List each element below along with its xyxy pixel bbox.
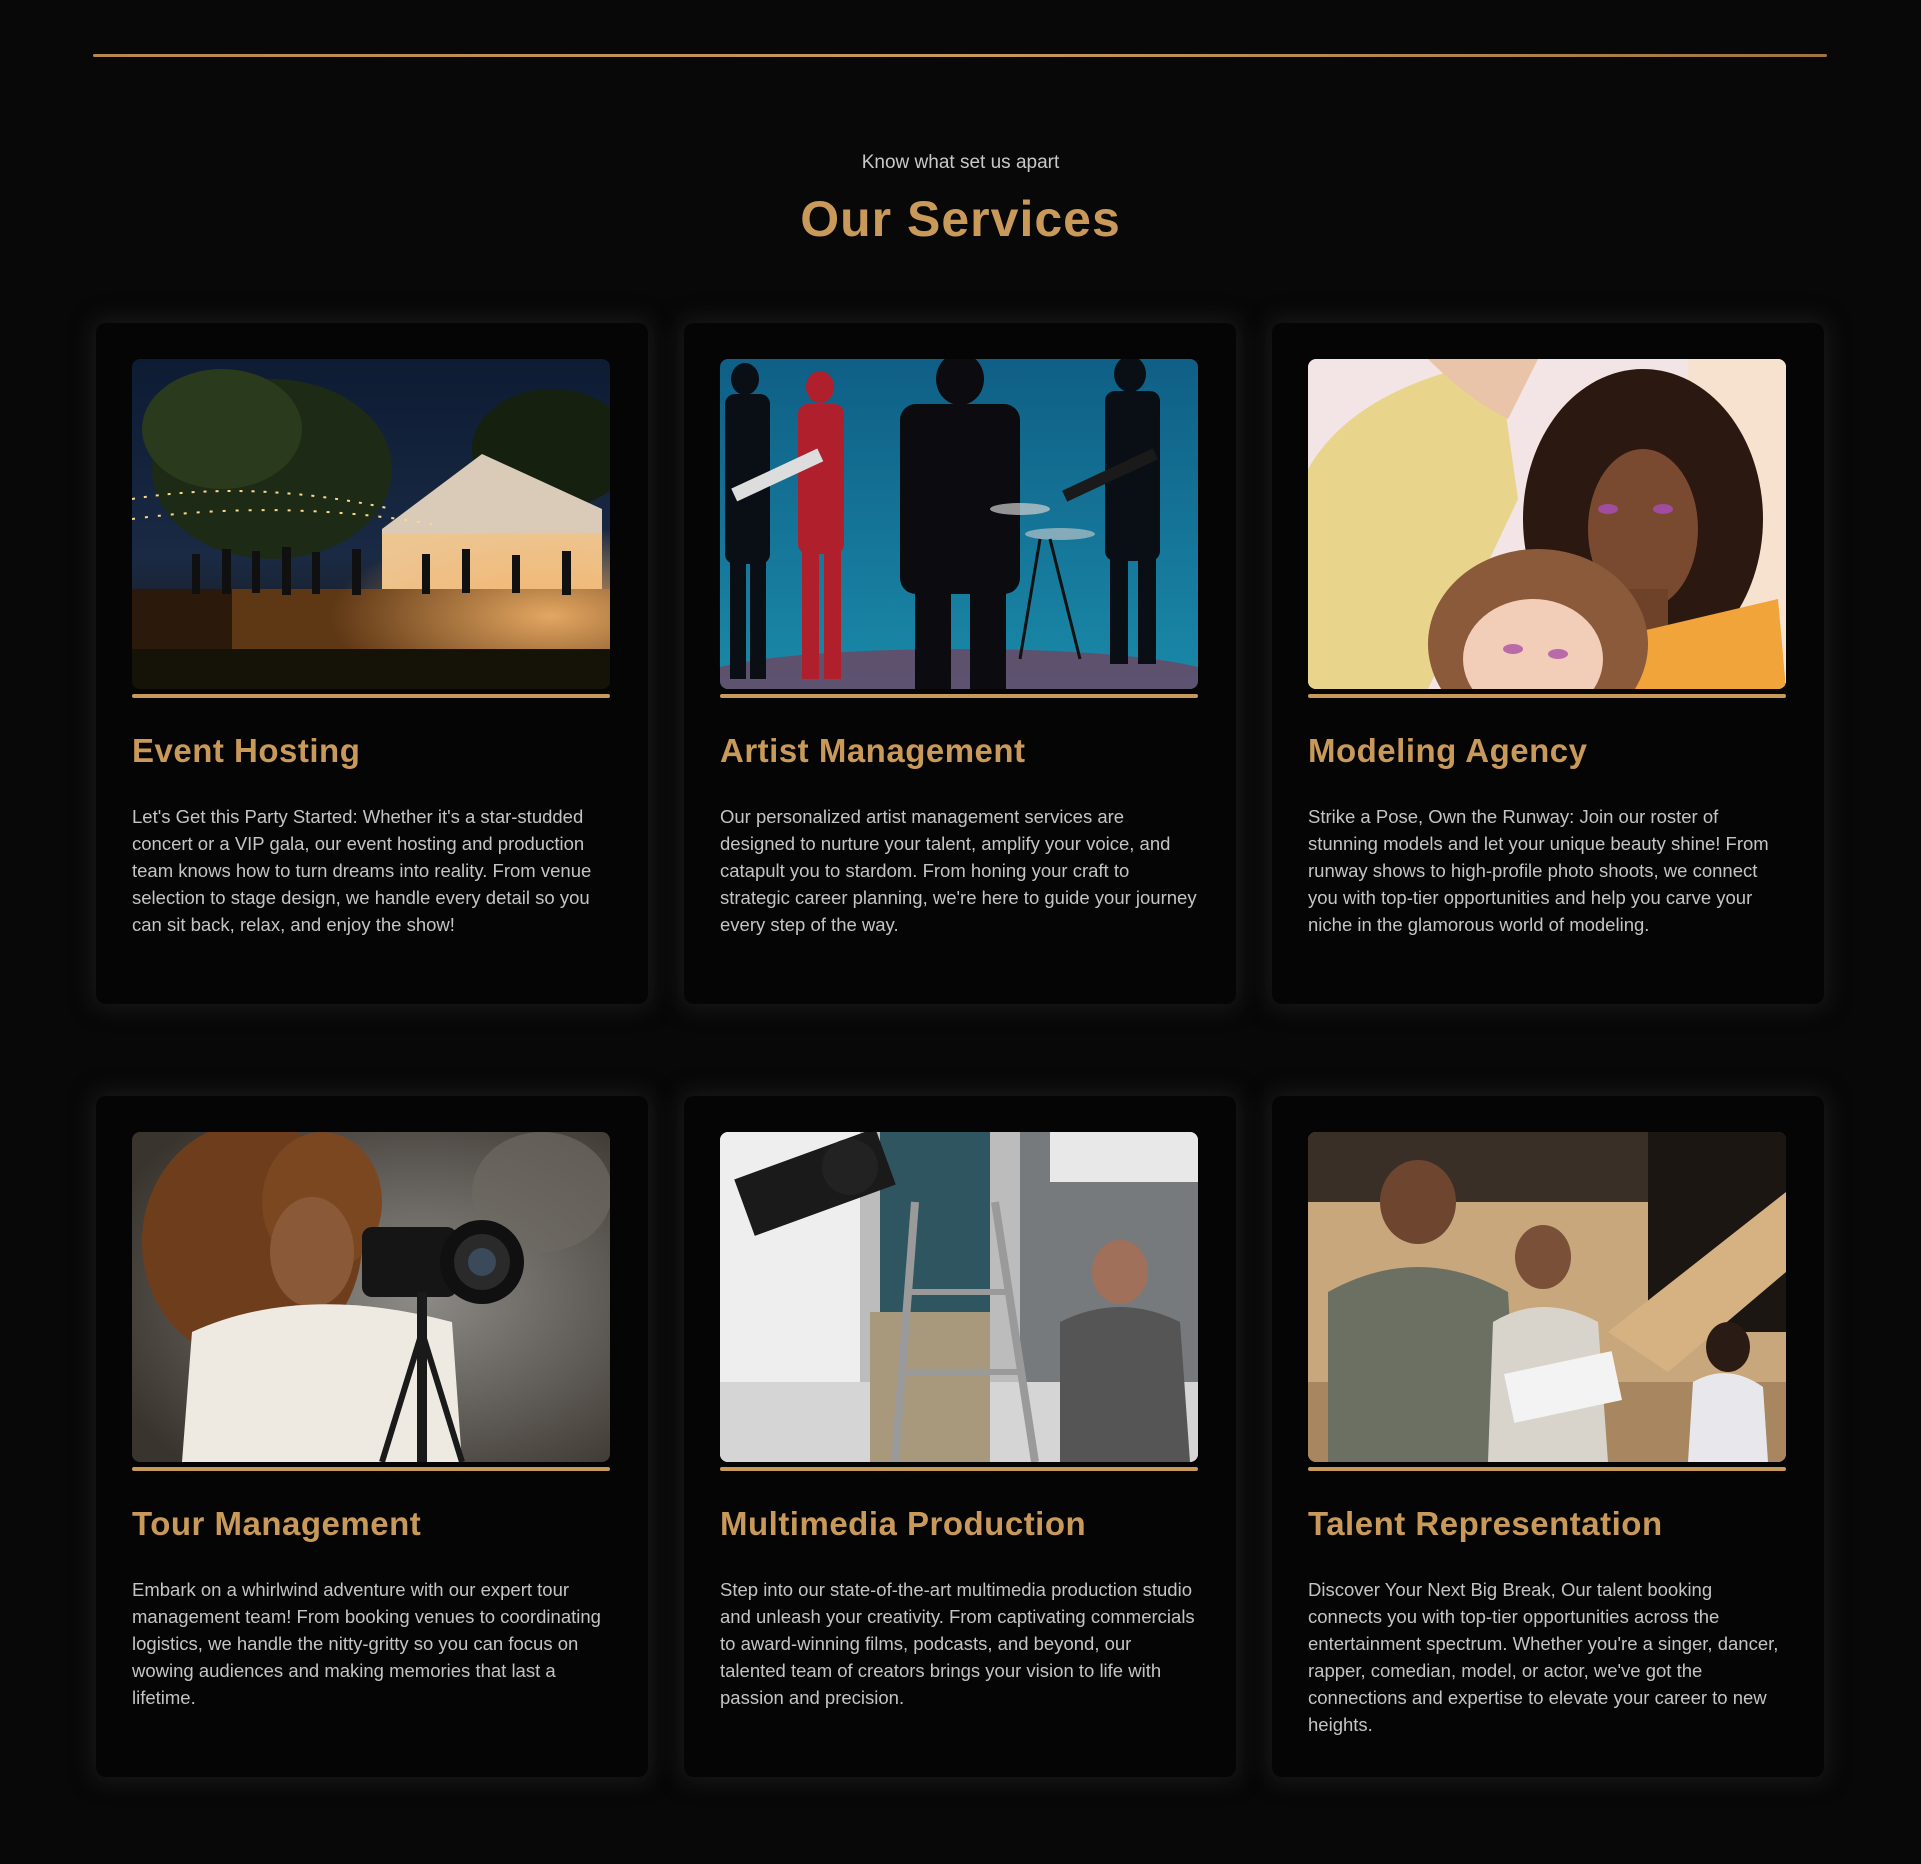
service-description: Strike a Pose, Own the Runway: Join our …: [1308, 806, 1769, 935]
service-title: Artist Management: [720, 732, 1026, 769]
service-description: Our personalized artist management servi…: [720, 806, 1197, 935]
event-hosting-image: [132, 359, 610, 689]
service-description: Step into our state-of-the-art multimedi…: [720, 1579, 1195, 1708]
service-card-event-hosting[interactable]: Event Hosting Let's Get this Party Start…: [96, 323, 648, 1004]
service-card-tour-management[interactable]: Tour Management Embark on a whirlwind ad…: [96, 1096, 648, 1777]
card-divider: [132, 694, 610, 698]
service-description: Discover Your Next Big Break, Our talent…: [1308, 1579, 1779, 1735]
talent-representation-image: [1308, 1132, 1786, 1462]
service-title: Modeling Agency: [1308, 732, 1588, 769]
service-description: Embark on a whirlwind adventure with our…: [132, 1579, 601, 1708]
multimedia-production-image: [720, 1132, 1198, 1462]
service-title: Talent Representation: [1308, 1505, 1663, 1542]
service-title: Event Hosting: [132, 732, 361, 769]
card-divider: [1308, 1467, 1786, 1471]
section-eyebrow: Know what set us apart: [861, 152, 1060, 173]
service-card-multimedia-production[interactable]: Multimedia Production Step into our stat…: [684, 1096, 1236, 1777]
service-card-artist-management[interactable]: Artist Management Our personalized artis…: [684, 323, 1236, 1004]
service-description: Let's Get this Party Started: Whether it…: [132, 806, 592, 935]
service-card-talent-representation[interactable]: Talent Representation Discover Your Next…: [1272, 1096, 1824, 1777]
artist-management-image: [720, 359, 1198, 689]
tour-management-image: [132, 1132, 610, 1462]
service-title: Multimedia Production: [720, 1505, 1087, 1542]
card-divider: [720, 1467, 1198, 1471]
service-title: Tour Management: [132, 1505, 422, 1542]
top-divider: [93, 54, 1827, 57]
modeling-agency-image: [1308, 359, 1786, 689]
services-grid: Event Hosting Let's Get this Party Start…: [96, 323, 1826, 1777]
card-divider: [132, 1467, 610, 1471]
card-divider: [1308, 694, 1786, 698]
service-card-modeling-agency[interactable]: Modeling Agency Strike a Pose, Own the R…: [1272, 323, 1824, 1004]
section-title: Our Services: [800, 191, 1121, 247]
card-divider: [720, 694, 1198, 698]
